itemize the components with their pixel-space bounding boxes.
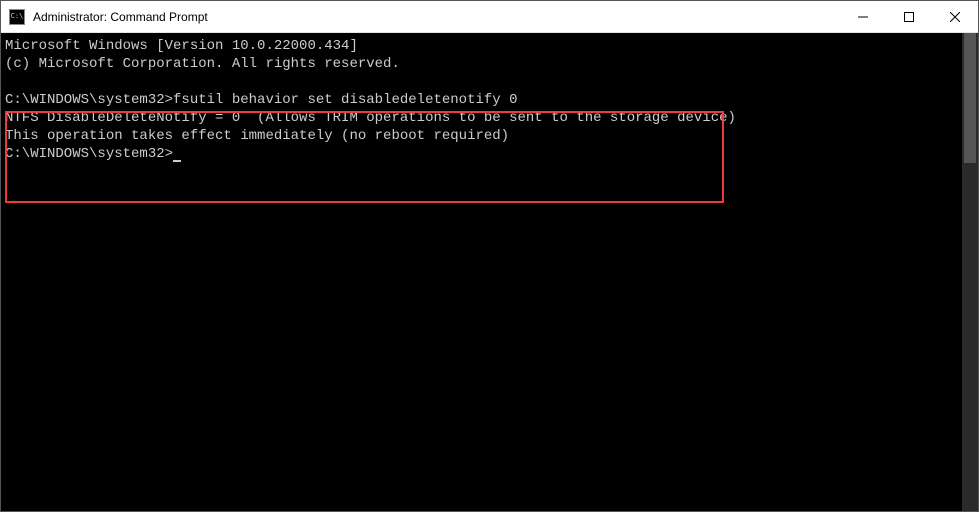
minimize-icon (858, 12, 868, 22)
terminal-line: Microsoft Windows [Version 10.0.22000.43… (5, 37, 958, 55)
prompt-command: fsutil behavior set disabledeletenotify … (173, 92, 517, 108)
terminal-line: (c) Microsoft Corporation. All rights re… (5, 55, 958, 73)
titlebar[interactable]: C:\ Administrator: Command Prompt (1, 1, 978, 33)
close-button[interactable] (932, 1, 978, 32)
maximize-icon (904, 12, 914, 22)
app-icon-text: C:\ (11, 13, 24, 20)
close-icon (950, 12, 960, 22)
scrollbar-thumb[interactable] (964, 33, 976, 163)
terminal-prompt-line: C:\WINDOWS\system32> (5, 145, 958, 163)
maximize-button[interactable] (886, 1, 932, 32)
terminal-cursor (173, 160, 181, 162)
terminal-line (5, 73, 958, 91)
vertical-scrollbar[interactable] (962, 33, 978, 511)
app-icon: C:\ (9, 9, 25, 25)
minimize-button[interactable] (840, 1, 886, 32)
command-prompt-window: C:\ Administrator: Command Prompt Micros… (0, 0, 979, 512)
window-title: Administrator: Command Prompt (33, 10, 840, 24)
window-controls (840, 1, 978, 32)
prompt-path: C:\WINDOWS\system32> (5, 92, 173, 108)
terminal-prompt-line: C:\WINDOWS\system32>fsutil behavior set … (5, 91, 958, 109)
terminal-line: This operation takes effect immediately … (5, 127, 958, 145)
prompt-path: C:\WINDOWS\system32> (5, 146, 173, 162)
terminal-area[interactable]: Microsoft Windows [Version 10.0.22000.43… (1, 33, 978, 511)
terminal-content[interactable]: Microsoft Windows [Version 10.0.22000.43… (1, 33, 962, 511)
terminal-line: NTFS DisableDeleteNotify = 0 (Allows TRI… (5, 109, 958, 127)
